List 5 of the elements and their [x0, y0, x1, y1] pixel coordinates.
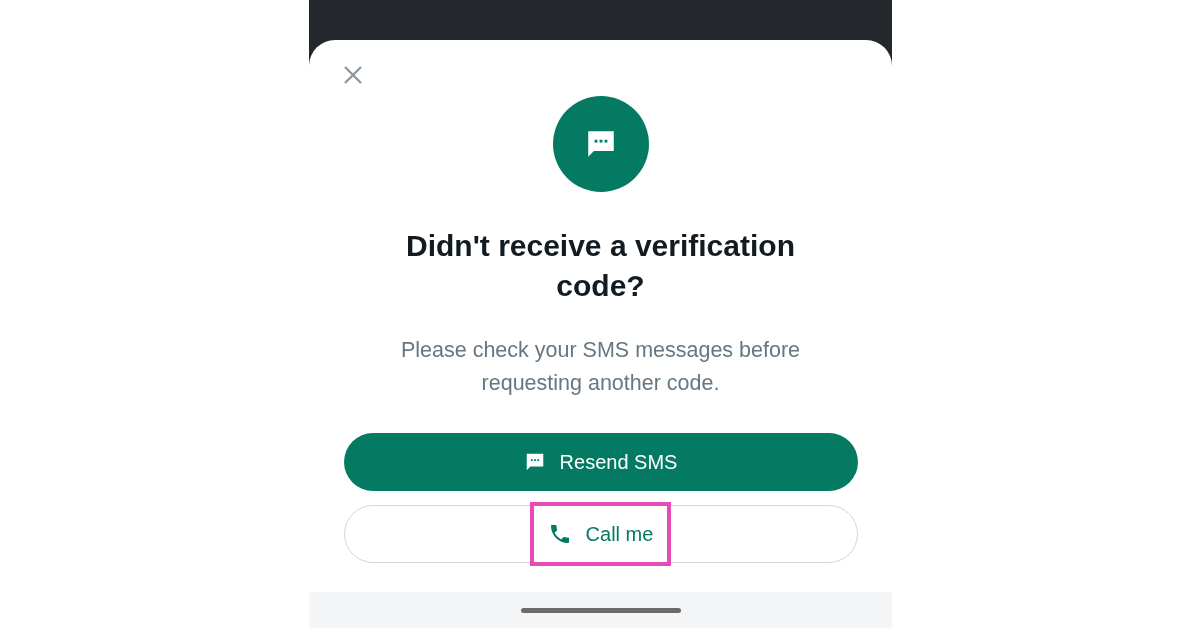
dialog-message: Please check your SMS messages before requesting another code.	[399, 337, 802, 397]
dialog-title: Didn't receive a verification code?	[405, 228, 796, 304]
call-button[interactable]: Call me	[343, 505, 858, 563]
resend-sms-button[interactable]: Resend SMS	[343, 433, 858, 491]
close-icon[interactable]	[343, 65, 363, 85]
